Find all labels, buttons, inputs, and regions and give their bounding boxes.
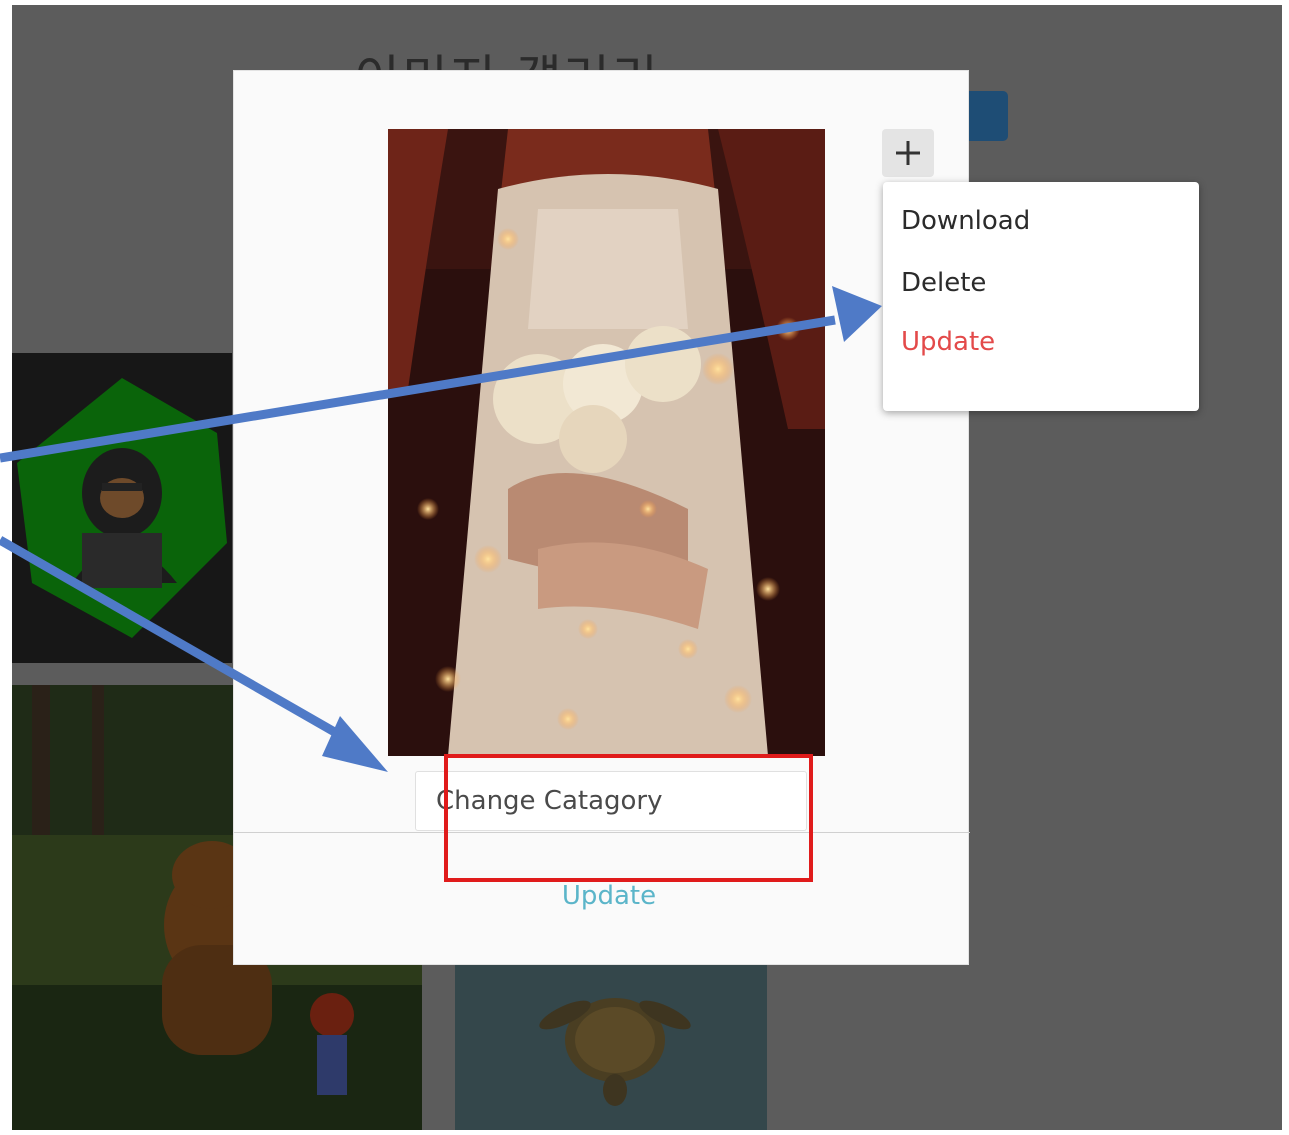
gallery-thumb-turtle[interactable] (455, 960, 767, 1130)
options-dropdown-menu: Download Delete Update (883, 182, 1199, 411)
hacker-illustration (17, 378, 227, 638)
menu-item-update[interactable]: Update (901, 327, 995, 357)
menu-item-delete[interactable]: Delete (901, 268, 986, 298)
category-input[interactable] (415, 771, 807, 831)
options-plus-button[interactable] (882, 129, 934, 177)
woman-with-roses-photo (388, 129, 825, 756)
gallery-thumb-hacker[interactable] (12, 353, 232, 663)
menu-item-download[interactable]: Download (901, 206, 1030, 236)
turtle-photo (455, 960, 767, 1130)
plus-icon (896, 141, 920, 165)
image-modal: Update (233, 70, 970, 965)
modal-footer-divider (234, 832, 970, 833)
update-button[interactable]: Update (534, 876, 684, 916)
selected-image (388, 129, 825, 756)
